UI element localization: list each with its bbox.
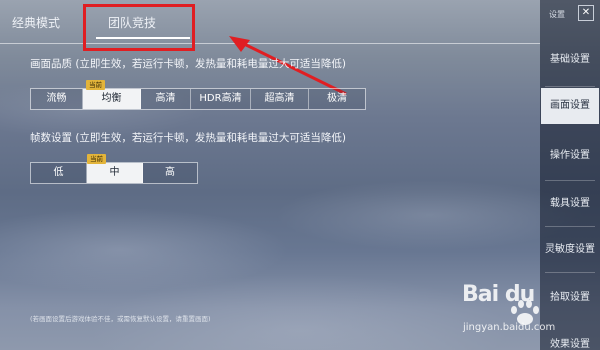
framerate-section-title: 帧数设置 (立即生效，若运行卡顿，发热量和耗电量过大可适当降低) <box>30 132 347 144</box>
sidebar-divider <box>545 180 595 181</box>
framerate-option-group: 低 中 高 <box>30 162 198 184</box>
current-badge: 当前 <box>86 80 105 90</box>
quality-option-group: 流畅 均衡 高清 HDR高清 超高清 极清 <box>30 88 366 110</box>
sidebar-item-controls[interactable]: 操作设置 <box>541 138 599 174</box>
settings-title: 设置 <box>549 10 565 19</box>
framerate-option-low[interactable]: 低 <box>31 163 87 183</box>
watermark-url: jingyan.baidu.com <box>463 322 556 333</box>
quality-option-smooth[interactable]: 流畅 <box>31 89 83 109</box>
framerate-option-medium[interactable]: 中 <box>87 163 143 183</box>
quality-section-title: 画面品质 (立即生效，若运行卡顿，发热量和耗电量过大可适当降低) <box>30 58 347 70</box>
sidebar-item-basic[interactable]: 基础设置 <box>541 42 599 78</box>
current-badge: 当前 <box>87 154 106 164</box>
reset-hint-text: (若画面设置后游戏体验不佳，或需恢复默认设置，请重置画面) <box>30 315 211 323</box>
quality-option-extreme[interactable]: 极清 <box>309 89 365 109</box>
quality-option-ultra-hd[interactable]: 超高清 <box>251 89 309 109</box>
sidebar-divider <box>545 226 595 227</box>
sidebar-divider <box>545 272 595 273</box>
sidebar-item-display[interactable]: 画面设置 <box>541 88 599 124</box>
quality-option-hdr[interactable]: HDR高清 <box>191 89 251 109</box>
sidebar-item-vehicle[interactable]: 载具设置 <box>541 186 599 222</box>
quality-option-balanced[interactable]: 均衡 <box>83 89 141 109</box>
close-icon[interactable]: ✕ <box>578 5 594 21</box>
sidebar-divider <box>545 86 595 87</box>
framerate-option-high[interactable]: 高 <box>143 163 197 183</box>
quality-option-hd[interactable]: 高清 <box>141 89 191 109</box>
sidebar-item-sensitivity[interactable]: 灵敏度设置 <box>541 232 599 268</box>
watermark-brand: Bai du <box>462 282 535 307</box>
